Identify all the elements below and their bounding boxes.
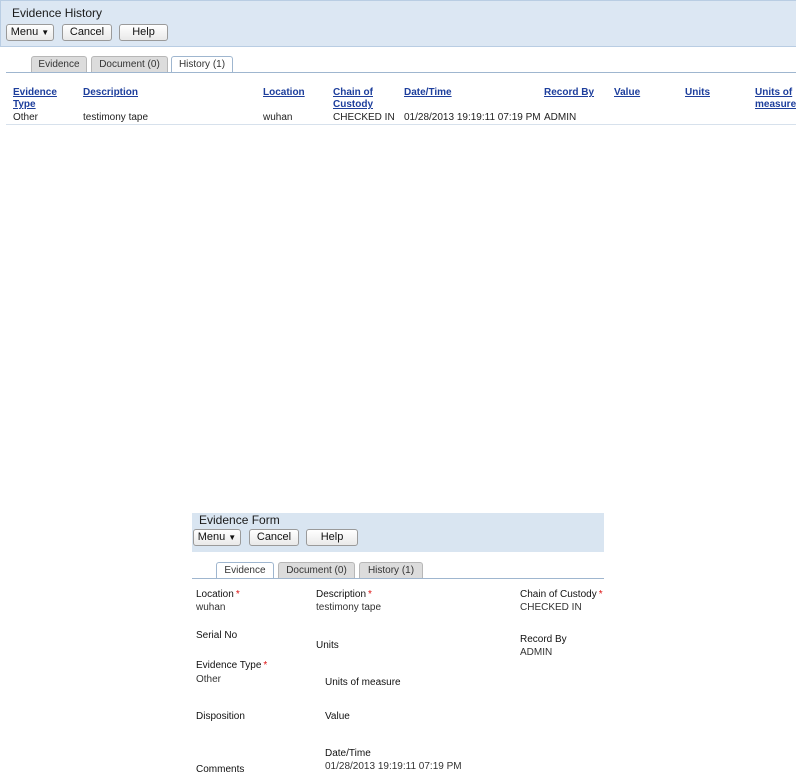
cell-location: wuhan	[263, 112, 293, 123]
date-time-value: 01/28/2013 19:19:11 07:19 PM	[325, 761, 462, 772]
cell-chain-of-custody: CHECKED IN	[333, 112, 395, 123]
tab-evidence[interactable]: Evidence	[31, 56, 87, 73]
form-menu-label: Menu	[197, 531, 226, 543]
required-marker: *	[368, 589, 372, 600]
form-tab-divider	[192, 578, 604, 579]
col-units-of-measure[interactable]: Units of measure	[755, 87, 796, 111]
tab-history[interactable]: History (1)	[171, 56, 233, 73]
units-label: Units	[316, 640, 339, 651]
date-time-label: Date/Time	[325, 748, 371, 759]
description-value: testimony tape	[316, 602, 382, 613]
history-window: Evidence History Menu ▼ Cancel Help Evide…	[0, 0, 796, 135]
help-button[interactable]: Help	[119, 24, 168, 41]
form-tab-evidence[interactable]: Evidence	[216, 562, 274, 579]
cell-description: testimony tape	[83, 112, 149, 123]
form-tab-history[interactable]: History (1)	[359, 562, 423, 579]
evidence-type-value: Other	[196, 674, 222, 685]
comments-label: Comments	[196, 764, 245, 775]
form-menu-button[interactable]: Menu ▼	[193, 529, 241, 546]
col-units[interactable]: Units	[685, 87, 710, 99]
cell-evidence-type: Other	[13, 112, 39, 123]
chevron-down-icon: ▼	[41, 28, 50, 37]
col-value[interactable]: Value	[614, 87, 640, 99]
description-label: Description *	[316, 589, 372, 600]
form-tab-document[interactable]: Document (0)	[278, 562, 355, 579]
disposition-label: Disposition	[196, 711, 245, 722]
col-location[interactable]: Location	[263, 87, 305, 99]
required-marker: *	[235, 589, 240, 600]
serial-no-label: Serial No	[196, 630, 238, 641]
col-record-by[interactable]: Record By	[544, 87, 594, 99]
evidence-form-window: Evidence Form Menu ▼ Cancel Help Evidence…	[192, 513, 606, 776]
col-chain-of-custody[interactable]: Chain of Custody	[333, 87, 381, 111]
form-cancel-button[interactable]: Cancel	[249, 529, 299, 546]
col-description[interactable]: Description	[83, 87, 138, 99]
record-by-value: ADMIN	[520, 647, 553, 658]
cell-date-time: 01/28/2013 19:19:11 07:19 PM	[404, 112, 541, 123]
chevron-down-icon: ▼	[228, 533, 237, 542]
required-marker: *	[263, 660, 268, 671]
cell-record-by: ADMIN	[544, 112, 577, 123]
menu-label: Menu	[10, 26, 39, 38]
menu-button[interactable]: Menu ▼	[6, 24, 54, 41]
form-title: Evidence Form	[199, 513, 280, 527]
value-label: Value	[325, 711, 350, 722]
chain-of-custody-value: CHECKED IN	[520, 602, 582, 613]
record-by-label: Record By	[520, 634, 567, 645]
table-bottom-border	[6, 124, 796, 125]
evidence-type-label: Evidence Type *	[196, 660, 268, 671]
cancel-button[interactable]: Cancel	[62, 24, 112, 41]
col-date-time[interactable]: Date/Time	[404, 87, 452, 99]
tab-document[interactable]: Document (0)	[91, 56, 168, 73]
col-evidence-type[interactable]: Evidence Type	[13, 87, 63, 111]
tab-divider	[6, 72, 796, 73]
form-help-button[interactable]: Help	[306, 529, 358, 546]
page-title: Evidence History	[12, 6, 103, 20]
chain-of-custody-label: Chain of Custody *	[520, 589, 603, 600]
location-label: Location *	[196, 589, 240, 600]
units-of-measure-label: Units of measure	[325, 677, 401, 688]
required-marker: *	[598, 589, 603, 600]
location-value: wuhan	[196, 602, 226, 613]
